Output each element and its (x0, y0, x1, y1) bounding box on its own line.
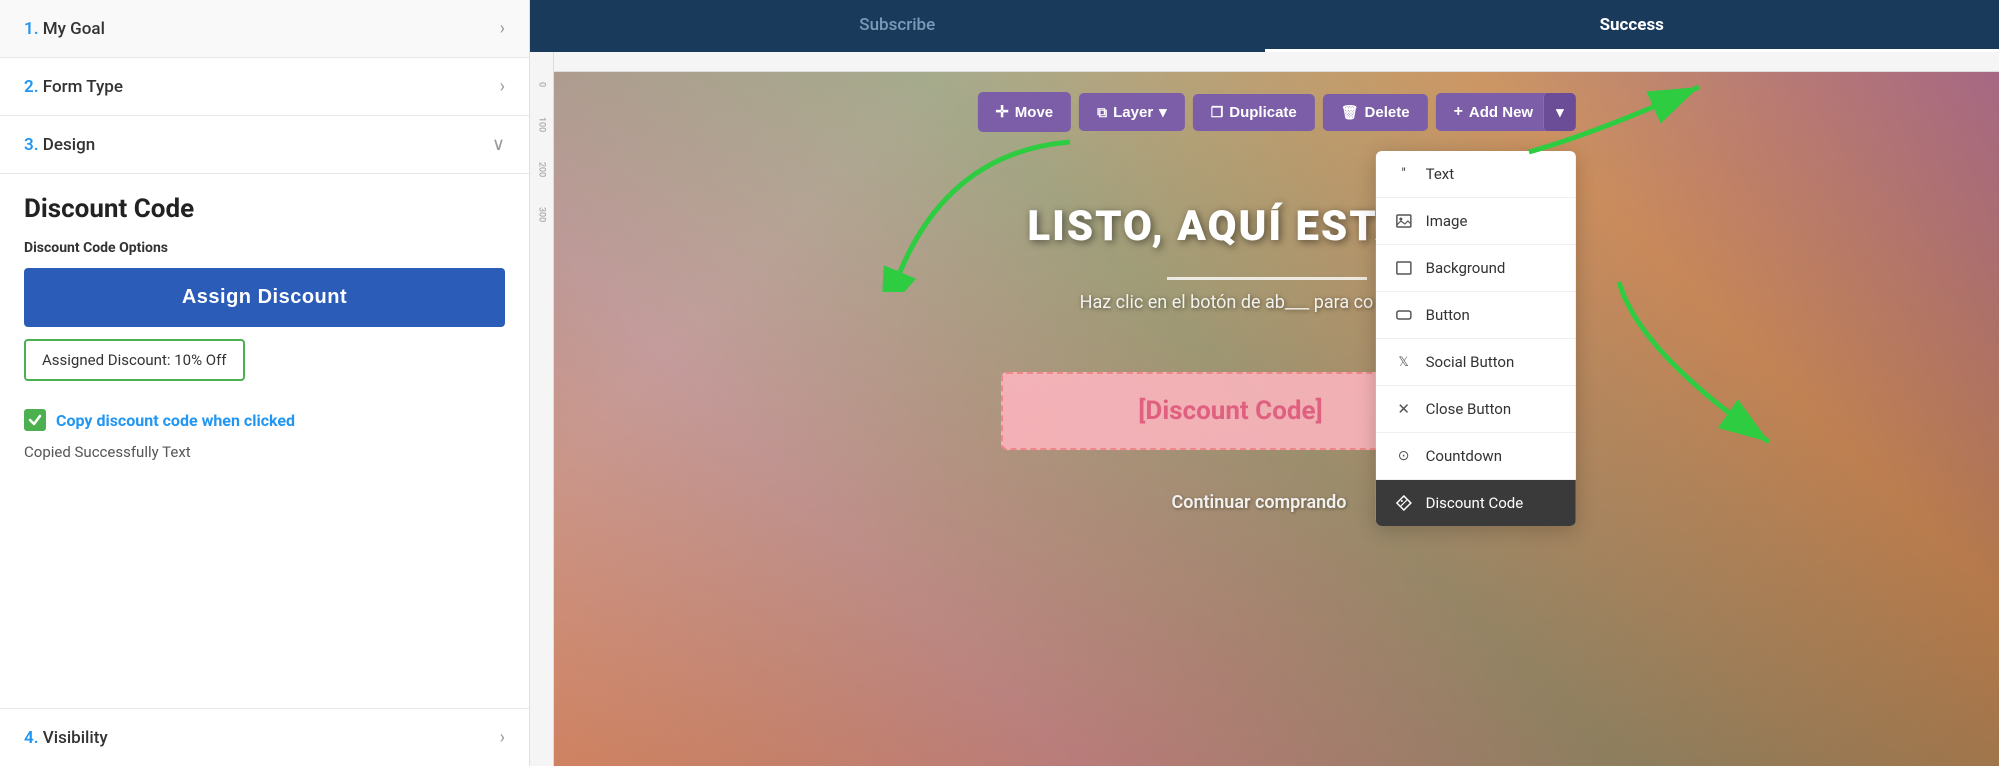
nav-label-form-type: Form Type (43, 77, 123, 97)
copy-discount-row: Copy discount code when clicked (24, 409, 505, 431)
nav-number-2: 2. (24, 77, 39, 97)
dropdown-item-background[interactable]: Background (1376, 245, 1576, 292)
delete-button[interactable]: 🗑 Delete (1323, 94, 1428, 131)
chevron-right-icon-3: › (500, 727, 505, 748)
dropdown-item-close-button[interactable]: ✕ Close Button (1376, 386, 1576, 433)
chevron-down-icon: ∨ (492, 134, 505, 155)
copy-discount-checkbox[interactable] (24, 409, 46, 431)
dropdown-item-countdown[interactable]: ⊙ Countdown (1376, 433, 1576, 480)
discount-options-label: Discount Code Options (24, 240, 505, 256)
nav-item-design[interactable]: 3. Design ∨ (0, 116, 529, 174)
add-new-group: + Add New ▾ " Text (1436, 93, 1576, 131)
layer-icon: ⧉ (1097, 104, 1107, 121)
discount-tag-icon (1394, 493, 1414, 513)
continue-shopping-text: Continuar comprando (1171, 492, 1346, 513)
background-icon (1394, 258, 1414, 278)
checkmark-icon (28, 413, 42, 427)
layer-chevron-icon: ▾ (1159, 103, 1167, 121)
design-number: 3. (24, 135, 39, 155)
duplicate-icon: ❐ (1211, 104, 1224, 121)
canvas-content: ✛ Move ⧉ Layer ▾ ❐ Duplicate 🗑 Delete (554, 72, 1999, 766)
countdown-icon: ⊙ (1394, 446, 1414, 466)
nav-label-my-goal: My Goal (43, 19, 105, 39)
add-new-dropdown-button[interactable]: ▾ (1543, 93, 1576, 131)
button-icon (1394, 305, 1414, 325)
add-new-button[interactable]: + Add New (1436, 93, 1552, 131)
chevron-right-icon: › (500, 18, 505, 39)
dropdown-item-discount-code[interactable]: Discount Code (1376, 480, 1576, 526)
dropdown-item-button[interactable]: Button (1376, 292, 1576, 339)
plus-icon: + (1454, 103, 1463, 121)
discount-code-title: Discount Code (24, 194, 505, 224)
layer-button[interactable]: ⧉ Layer ▾ (1079, 93, 1185, 131)
visibility-label-text: Visibility (43, 728, 108, 748)
text-underline-accent (1167, 277, 1367, 280)
dropdown-item-image[interactable]: Image (1376, 198, 1576, 245)
nav-item-my-goal[interactable]: 1. My Goal › (0, 0, 529, 58)
move-button[interactable]: ✛ Move (977, 92, 1071, 132)
nav-item-visibility[interactable]: 4. Visibility › (0, 708, 529, 766)
move-icon: ✛ (995, 102, 1008, 122)
tab-success[interactable]: Success (1265, 0, 1999, 52)
nav-number-1: 1. (24, 19, 39, 39)
close-x-icon: ✕ (1394, 399, 1414, 419)
visibility-number: 4. (24, 728, 39, 748)
assigned-discount-badge: Assigned Discount: 10% Off (24, 339, 245, 381)
nav-item-form-type[interactable]: 2. Form Type › (0, 58, 529, 116)
copy-discount-label[interactable]: Copy discount code when clicked (56, 411, 295, 430)
copied-successfully-label: Copied Successfully Text (24, 443, 505, 461)
canvas-toolbar: ✛ Move ⧉ Layer ▾ ❐ Duplicate 🗑 Delete (977, 92, 1575, 132)
ruler-left: 0 100 200 300 (530, 52, 554, 766)
canvas-area: 0 100 200 300 ✛ Move ⧉ Layer ▾ ❐ Dupl (530, 52, 1999, 766)
assign-discount-button[interactable]: Assign Discount (24, 268, 505, 327)
ruler-top (554, 52, 1999, 72)
main-canvas-area: Subscribe Success 0 100 200 300 ✛ Move (530, 0, 1999, 766)
duplicate-button[interactable]: ❐ Duplicate (1193, 94, 1315, 131)
design-label-text: Design (43, 135, 95, 155)
dropdown-chevron-icon: ▾ (1556, 103, 1564, 121)
discount-code-section: Discount Code Discount Code Options Assi… (0, 174, 529, 708)
text-icon: " (1394, 164, 1414, 184)
canvas-main-text: LISTO, AQUÍ ESTÁ TU (754, 202, 1749, 251)
trash-icon: 🗑 (1341, 104, 1359, 121)
tab-subscribe[interactable]: Subscribe (530, 0, 1265, 52)
left-panel: 1. My Goal › 2. Form Type › 3. Design ∨ … (0, 0, 530, 766)
add-new-dropdown-menu: " Text Image (1376, 151, 1576, 526)
chevron-right-icon-2: › (500, 76, 505, 97)
canvas-sub-text: Haz clic en el botón de ab___ para co (704, 292, 1749, 313)
tab-bar: Subscribe Success (530, 0, 1999, 52)
dropdown-item-text[interactable]: " Text (1376, 151, 1576, 198)
image-icon (1394, 211, 1414, 231)
dropdown-item-social-button[interactable]: 𝕏 Social Button (1376, 339, 1576, 386)
social-icon: 𝕏 (1394, 352, 1414, 372)
